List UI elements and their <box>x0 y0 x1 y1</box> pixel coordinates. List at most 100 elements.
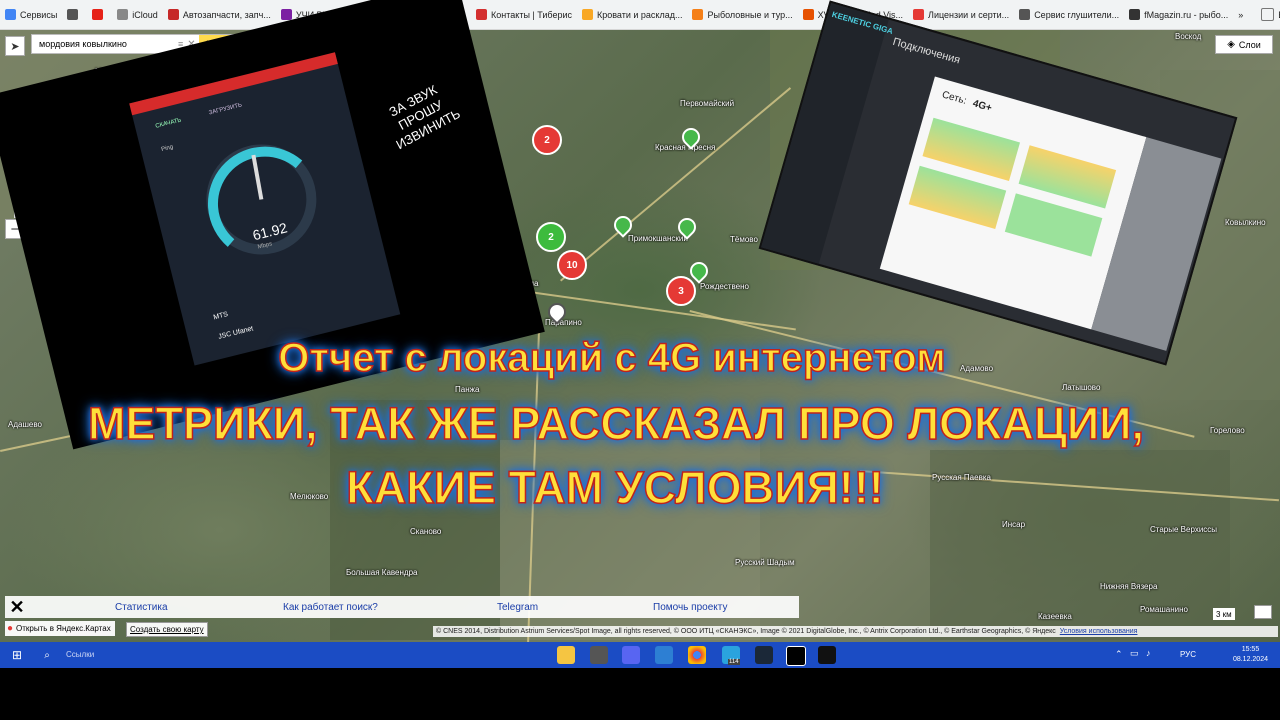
bookmark-item[interactable]: fMagazin.ru - рыбо... <box>1124 4 1233 26</box>
layers-label: Слои <box>1238 39 1261 50</box>
cross-icon <box>913 9 925 20</box>
map-place-label: Панжа <box>455 385 480 394</box>
bookmark-label: Кровати и расклад... <box>596 9 683 20</box>
cluster-marker[interactable]: 2 <box>536 222 566 252</box>
map-place-label: Ромашанино <box>1140 605 1189 614</box>
map-place-label: Инсар <box>1002 520 1026 529</box>
discord-icon[interactable] <box>622 646 640 664</box>
map-place-label: Тёмово <box>730 235 758 244</box>
bookmarks-overflow-button[interactable]: » <box>1233 4 1248 26</box>
all-bookmarks-button[interactable]: Все закладки <box>1256 4 1280 26</box>
network-value: 4G+ <box>971 98 993 115</box>
map-place-label: Ковылкино <box>1225 218 1266 227</box>
terms-link[interactable]: Условия использования <box>1060 628 1138 635</box>
bookmark-item[interactable] <box>87 4 112 26</box>
bookmark-item[interactable]: Сервис глушители... <box>1014 4 1124 26</box>
search-icon[interactable]: ⌕ <box>38 646 56 664</box>
map-place-label: Русский Шадым <box>735 558 795 567</box>
tiberis-icon <box>476 9 488 20</box>
clock-date: 08.12.2024 <box>1232 656 1268 663</box>
how-search-works-link[interactable]: Как работает поиск? <box>283 602 378 613</box>
map-pin-icon: ● <box>7 623 14 634</box>
locate-me-button[interactable]: ➤ <box>5 36 25 56</box>
bookmark-item[interactable]: Лицензии и серти... <box>908 4 1014 26</box>
map-place-label: Воскод <box>1175 32 1202 41</box>
xvm-icon <box>802 9 814 20</box>
keyboard-language[interactable]: РУС <box>1180 650 1196 659</box>
bookmark-item[interactable]: iCloud <box>112 4 163 26</box>
map-place-label: Казеевка <box>1038 612 1072 621</box>
bookmark-label: Сервис глушители... <box>1034 9 1120 20</box>
help-project-link[interactable]: Помочь проекту <box>653 602 727 613</box>
upload-label: ЗАГРУЗИТЬ <box>208 102 243 117</box>
bookmark-item[interactable]: Автозапчасти, запч... <box>163 4 276 26</box>
bookmark-item[interactable]: Контакты | Тиберис <box>471 4 577 26</box>
layers-icon: ◈ <box>1227 39 1235 50</box>
layers-button[interactable]: ◈ Слои <box>1215 35 1273 54</box>
windows-start-icon[interactable]: ⊞ <box>8 646 26 664</box>
bookmark-label: Сервисы <box>20 9 58 20</box>
photos-icon[interactable] <box>655 646 673 664</box>
bookmark-label: Рыболовные и тур... <box>707 9 793 20</box>
bookmark-label: Лицензии и серти... <box>928 9 1010 20</box>
bookmark-item[interactable]: Кровати и расклад... <box>577 4 687 26</box>
volume-icon[interactable]: ♪ <box>1146 648 1151 658</box>
open-in-yandex-maps-label: Открыть в Яндекс.Картах <box>16 624 111 633</box>
ruler-icon[interactable] <box>1254 605 1272 619</box>
map-place-label: Рождествено <box>700 282 749 291</box>
ping-label: Ping <box>160 144 174 154</box>
grid-icon <box>67 9 79 20</box>
open-in-yandex-maps-link[interactable]: ● Открыть в Яндекс.Картах <box>5 621 115 636</box>
calculator-icon[interactable] <box>590 646 608 664</box>
network-label: Сеть: <box>940 89 968 107</box>
router-page-heading: Подключения <box>891 35 962 67</box>
headline-line-1: Отчет с локаций с 4G интернетом <box>278 335 947 381</box>
windows-taskbar: ⊞ ⌕ Ссылки 114 ⌃ ▭ ♪ РУС 15:55 08.12.202… <box>0 642 1280 668</box>
apology-caption: ЗА ЗВУК ПРОШУ ИЗВИНИТЬ <box>386 81 463 153</box>
bookmark-label: Автозапчасти, запч... <box>182 9 271 20</box>
map-place-label: Нижняя Вязера <box>1100 582 1158 591</box>
bookmark-item[interactable]: Рыболовные и тур... <box>687 4 797 26</box>
folder-icon <box>1261 8 1275 21</box>
bookmark-label: iCloud <box>132 9 158 20</box>
map-place-label: Большая Кавендра <box>346 568 418 577</box>
muffler-icon <box>1019 9 1031 20</box>
tray-chevron-icon[interactable]: ⌃ <box>1115 649 1123 660</box>
map-place-label: Первомайский <box>680 99 735 108</box>
headline-line-3: КАКИЕ ТАМ УСЛОВИЯ!!! <box>345 461 884 514</box>
speed-gauge <box>206 144 317 255</box>
map-place-label: Примокшанский <box>628 234 688 243</box>
clock-time: 15:55 <box>1241 646 1260 653</box>
download-label: СКАЧАТЬ <box>154 117 183 130</box>
cluster-marker[interactable]: 10 <box>557 250 587 280</box>
telegram-link[interactable]: Telegram <box>497 602 538 613</box>
cluster-marker[interactable]: 2 <box>532 125 562 155</box>
chrome-icon[interactable] <box>688 646 706 664</box>
bed-icon <box>581 9 593 20</box>
map-place-label: Старые Верхиссы <box>1150 525 1218 534</box>
copyright-notice: © CNES 2014, Distribution Astrium Servic… <box>433 626 1278 637</box>
file-explorer-icon[interactable] <box>557 646 575 664</box>
close-icon[interactable]: ✕ <box>5 596 29 618</box>
apple-icon <box>117 9 129 20</box>
bookmarks-bar: СервисыiCloudАвтозапчасти, запч...УЧИ.РУ… <box>0 0 1280 30</box>
recording-app-icon[interactable] <box>786 646 806 666</box>
statistics-link[interactable]: Статистика <box>115 602 168 613</box>
cluster-marker[interactable]: 3 <box>666 276 696 306</box>
bookmark-item[interactable]: Сервисы <box>0 4 62 26</box>
network-icon[interactable]: ▭ <box>1130 648 1139 659</box>
youtube-icon <box>92 9 104 20</box>
info-bar: ✕ Статистика Как работает поиск? Telegra… <box>5 596 799 618</box>
bookmark-item[interactable] <box>62 4 87 26</box>
clock[interactable]: 15:55 08.12.2024 <box>1233 645 1268 665</box>
provider-name: MTS <box>212 311 229 322</box>
map-place-label: Парапино <box>545 318 582 327</box>
bookmark-label: fMagazin.ru - рыбо... <box>1144 9 1229 20</box>
copyright-text: © CNES 2014, Distribution Astrium Servic… <box>436 628 1056 635</box>
search-input[interactable] <box>37 38 176 50</box>
taskbar-search-placeholder[interactable]: Ссылки <box>66 650 94 659</box>
monitor-app-icon[interactable] <box>818 646 836 664</box>
scale-bar: 3 км <box>1213 608 1235 620</box>
create-map-link[interactable]: Создать свою карту <box>126 622 208 637</box>
steam-icon[interactable] <box>755 646 773 664</box>
